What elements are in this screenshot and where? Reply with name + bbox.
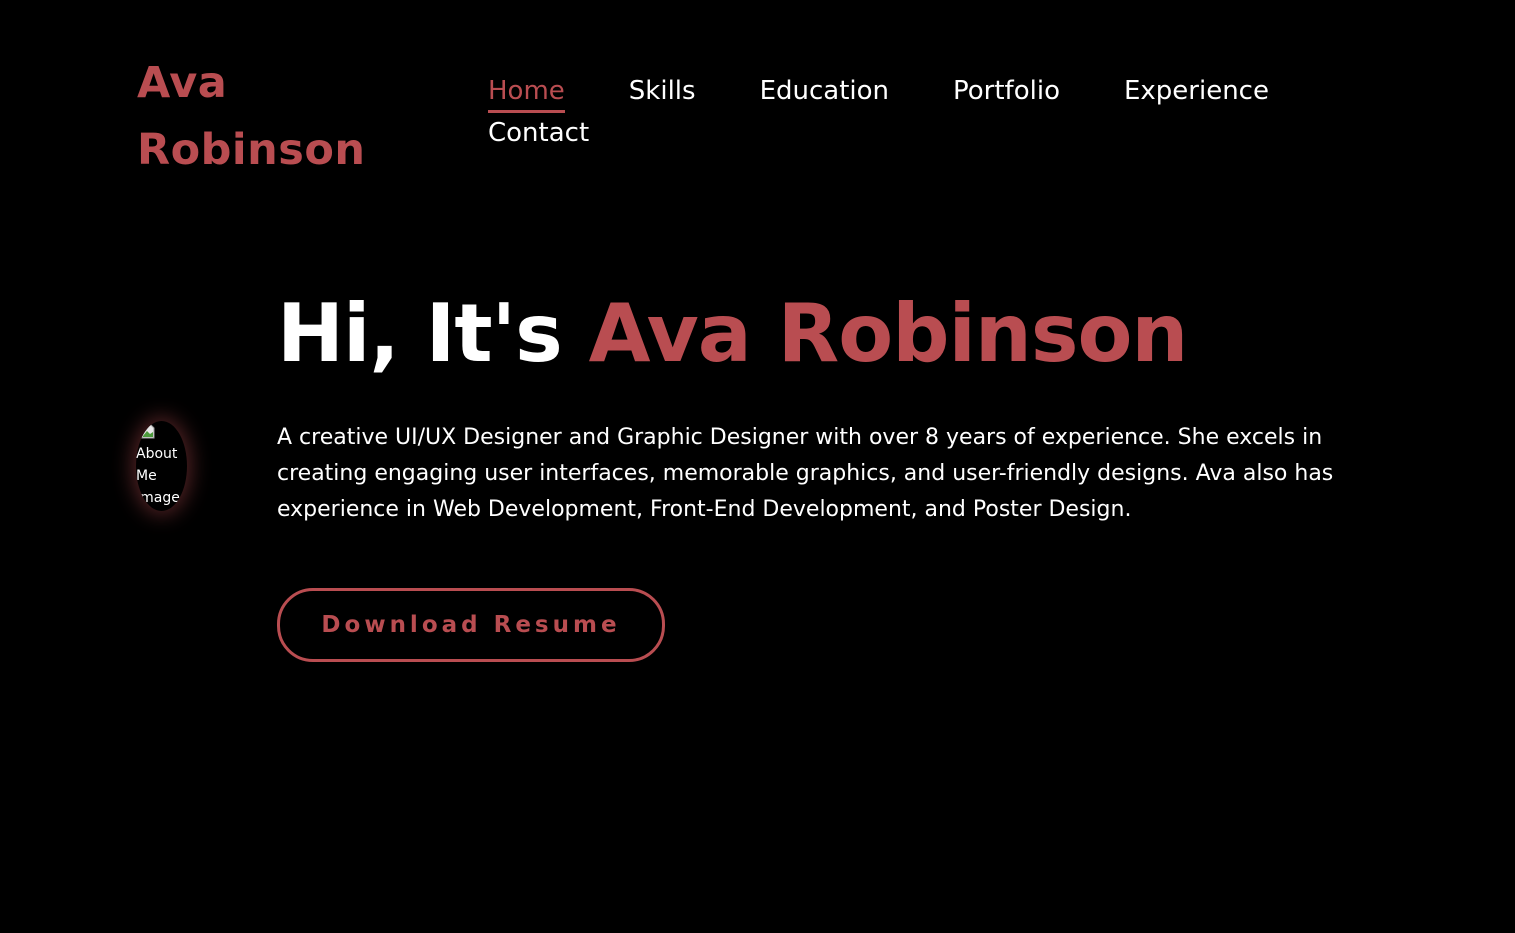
nav-education[interactable]: Education xyxy=(760,72,889,110)
hero-greeting: Hi, It's xyxy=(277,287,563,380)
logo-last-name: Robinson xyxy=(137,125,366,175)
download-resume-button[interactable]: Download Resume xyxy=(277,588,665,662)
avatar: About Me Image xyxy=(136,421,187,511)
hero-description: A creative UI/UX Designer and Graphic De… xyxy=(277,425,1334,522)
nav-experience[interactable]: Experience xyxy=(1124,72,1269,110)
broken-image-icon xyxy=(141,423,155,439)
nav-portfolio[interactable]: Portfolio xyxy=(953,72,1060,110)
nav-home[interactable]: Home xyxy=(488,72,565,113)
hero-name: Ava Robinson xyxy=(588,287,1189,380)
logo-first-name: Ava xyxy=(137,58,228,108)
site-logo[interactable]: Ava Robinson xyxy=(137,50,397,184)
nav-skills[interactable]: Skills xyxy=(629,72,696,110)
avatar-alt-text: About Me Image xyxy=(136,446,180,506)
nav-contact[interactable]: Contact xyxy=(488,114,589,152)
main-nav: Home Skills Education Portfolio Experien… xyxy=(488,72,1358,152)
hero-title: Hi, It's Ava Robinson xyxy=(277,282,1189,386)
page: Ava Robinson Home Skills Education Portf… xyxy=(0,0,1515,933)
